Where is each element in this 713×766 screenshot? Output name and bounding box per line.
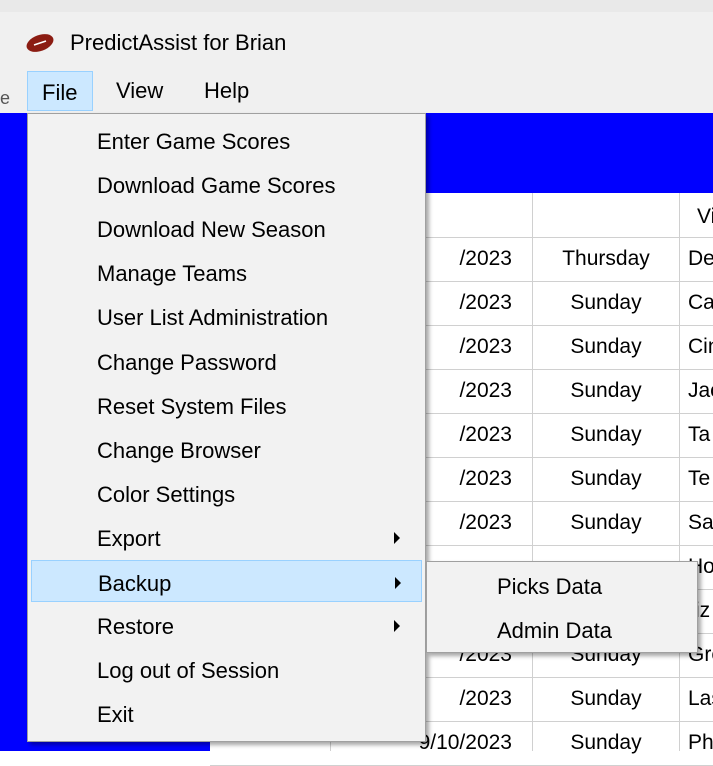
menu-item-log-out-of-session[interactable]: Log out of Session [31, 648, 422, 690]
backup-submenu: Picks Data Admin Data [426, 561, 698, 653]
menu-item-label: Restore [97, 614, 175, 640]
game-day-cell: Sunday [570, 687, 642, 710]
file-dropdown-menu: Enter Game Scores Download Game Scores Dow… [27, 113, 426, 742]
menu-item-label: Download Game Scores [97, 173, 336, 199]
menu-file[interactable]: File [27, 71, 93, 111]
menu-item-label: Change Browser [97, 437, 261, 463]
column-header-visitor: Vi [697, 205, 713, 228]
submenu-arrow-icon [394, 531, 400, 544]
menu-item-export[interactable]: Export [31, 516, 422, 558]
visitor-team-cell: Ph [688, 731, 713, 754]
submenu-item-label: Admin Data [497, 618, 612, 643]
visitor-team-cell: Te [688, 467, 711, 490]
menu-bar [0, 70, 713, 114]
menu-item-download-game-scores[interactable]: Download Game Scores [31, 163, 422, 205]
menu-item-reset-system-files[interactable]: Reset System Files [31, 384, 422, 426]
game-day-cell: Sunday [570, 379, 642, 402]
menu-item-label: Color Settings [97, 481, 236, 507]
menu-item-change-password[interactable]: Change Password [31, 340, 422, 382]
game-day-cell: Sunday [570, 467, 642, 490]
game-day-cell: Sunday [570, 291, 642, 314]
menu-item-exit[interactable]: Exit [31, 692, 422, 734]
title-bar: PredictAssist for Brian [0, 12, 713, 70]
game-day-cell: Sunday [570, 731, 642, 754]
window-title: PredictAssist for Brian [70, 30, 287, 55]
visitor-team-cell: Ta [688, 423, 711, 446]
submenu-arrow-icon [394, 620, 400, 633]
menu-item-label: Manage Teams [97, 261, 248, 287]
game-day-cell: Sunday [570, 335, 642, 358]
menu-help[interactable]: Help [204, 78, 249, 104]
left-edge-fragment: e [0, 88, 11, 108]
menu-item-color-settings[interactable]: Color Settings [31, 472, 422, 514]
menu-view[interactable]: View [116, 78, 163, 104]
game-day-cell: Sunday [570, 423, 642, 446]
menu-item-restore[interactable]: Restore [31, 604, 422, 646]
menu-item-manage-teams[interactable]: Manage Teams [31, 251, 422, 293]
football-icon [26, 34, 54, 52]
menu-item-download-new-season[interactable]: Download New Season [31, 207, 422, 249]
menu-item-enter-game-scores[interactable]: Enter Game Scores [31, 119, 422, 161]
menu-item-label: Reset System Files [97, 393, 287, 419]
grid-column-divider [679, 193, 680, 751]
menu-item-label: Backup [98, 571, 172, 596]
visitor-team-cell: De [688, 247, 713, 270]
menu-item-label: Exit [97, 702, 134, 728]
menu-item-label: Change Password [97, 349, 277, 375]
menu-item-label: Download New Season [97, 217, 326, 243]
visitor-team-cell: Jac [688, 379, 713, 402]
menu-file-label: File [42, 80, 78, 105]
menu-item-backup[interactable]: Backup [31, 560, 422, 602]
submenu-item-picks-data[interactable]: Picks Data [427, 564, 697, 608]
menu-item-label: User List Administration [97, 305, 329, 331]
game-day-cell: Thursday [562, 247, 650, 270]
visitor-team-cell: Sa [688, 511, 713, 534]
menu-item-label: Enter Game Scores [97, 129, 291, 154]
submenu-item-label: Picks Data [497, 574, 603, 599]
menu-item-label: Log out of Session [97, 658, 280, 684]
visitor-team-cell: Ca [688, 291, 713, 314]
visitor-team-cell: Las [688, 687, 713, 710]
menu-item-label: Export [97, 525, 161, 551]
game-day-cell: Sunday [570, 511, 642, 534]
menu-item-user-list-administration[interactable]: User List Administration [31, 295, 422, 337]
submenu-arrow-icon [395, 577, 401, 589]
visitor-team-cell: Cin [688, 335, 713, 358]
submenu-item-admin-data[interactable]: Admin Data [427, 608, 697, 652]
menu-item-change-browser[interactable]: Change Browser [31, 428, 422, 470]
